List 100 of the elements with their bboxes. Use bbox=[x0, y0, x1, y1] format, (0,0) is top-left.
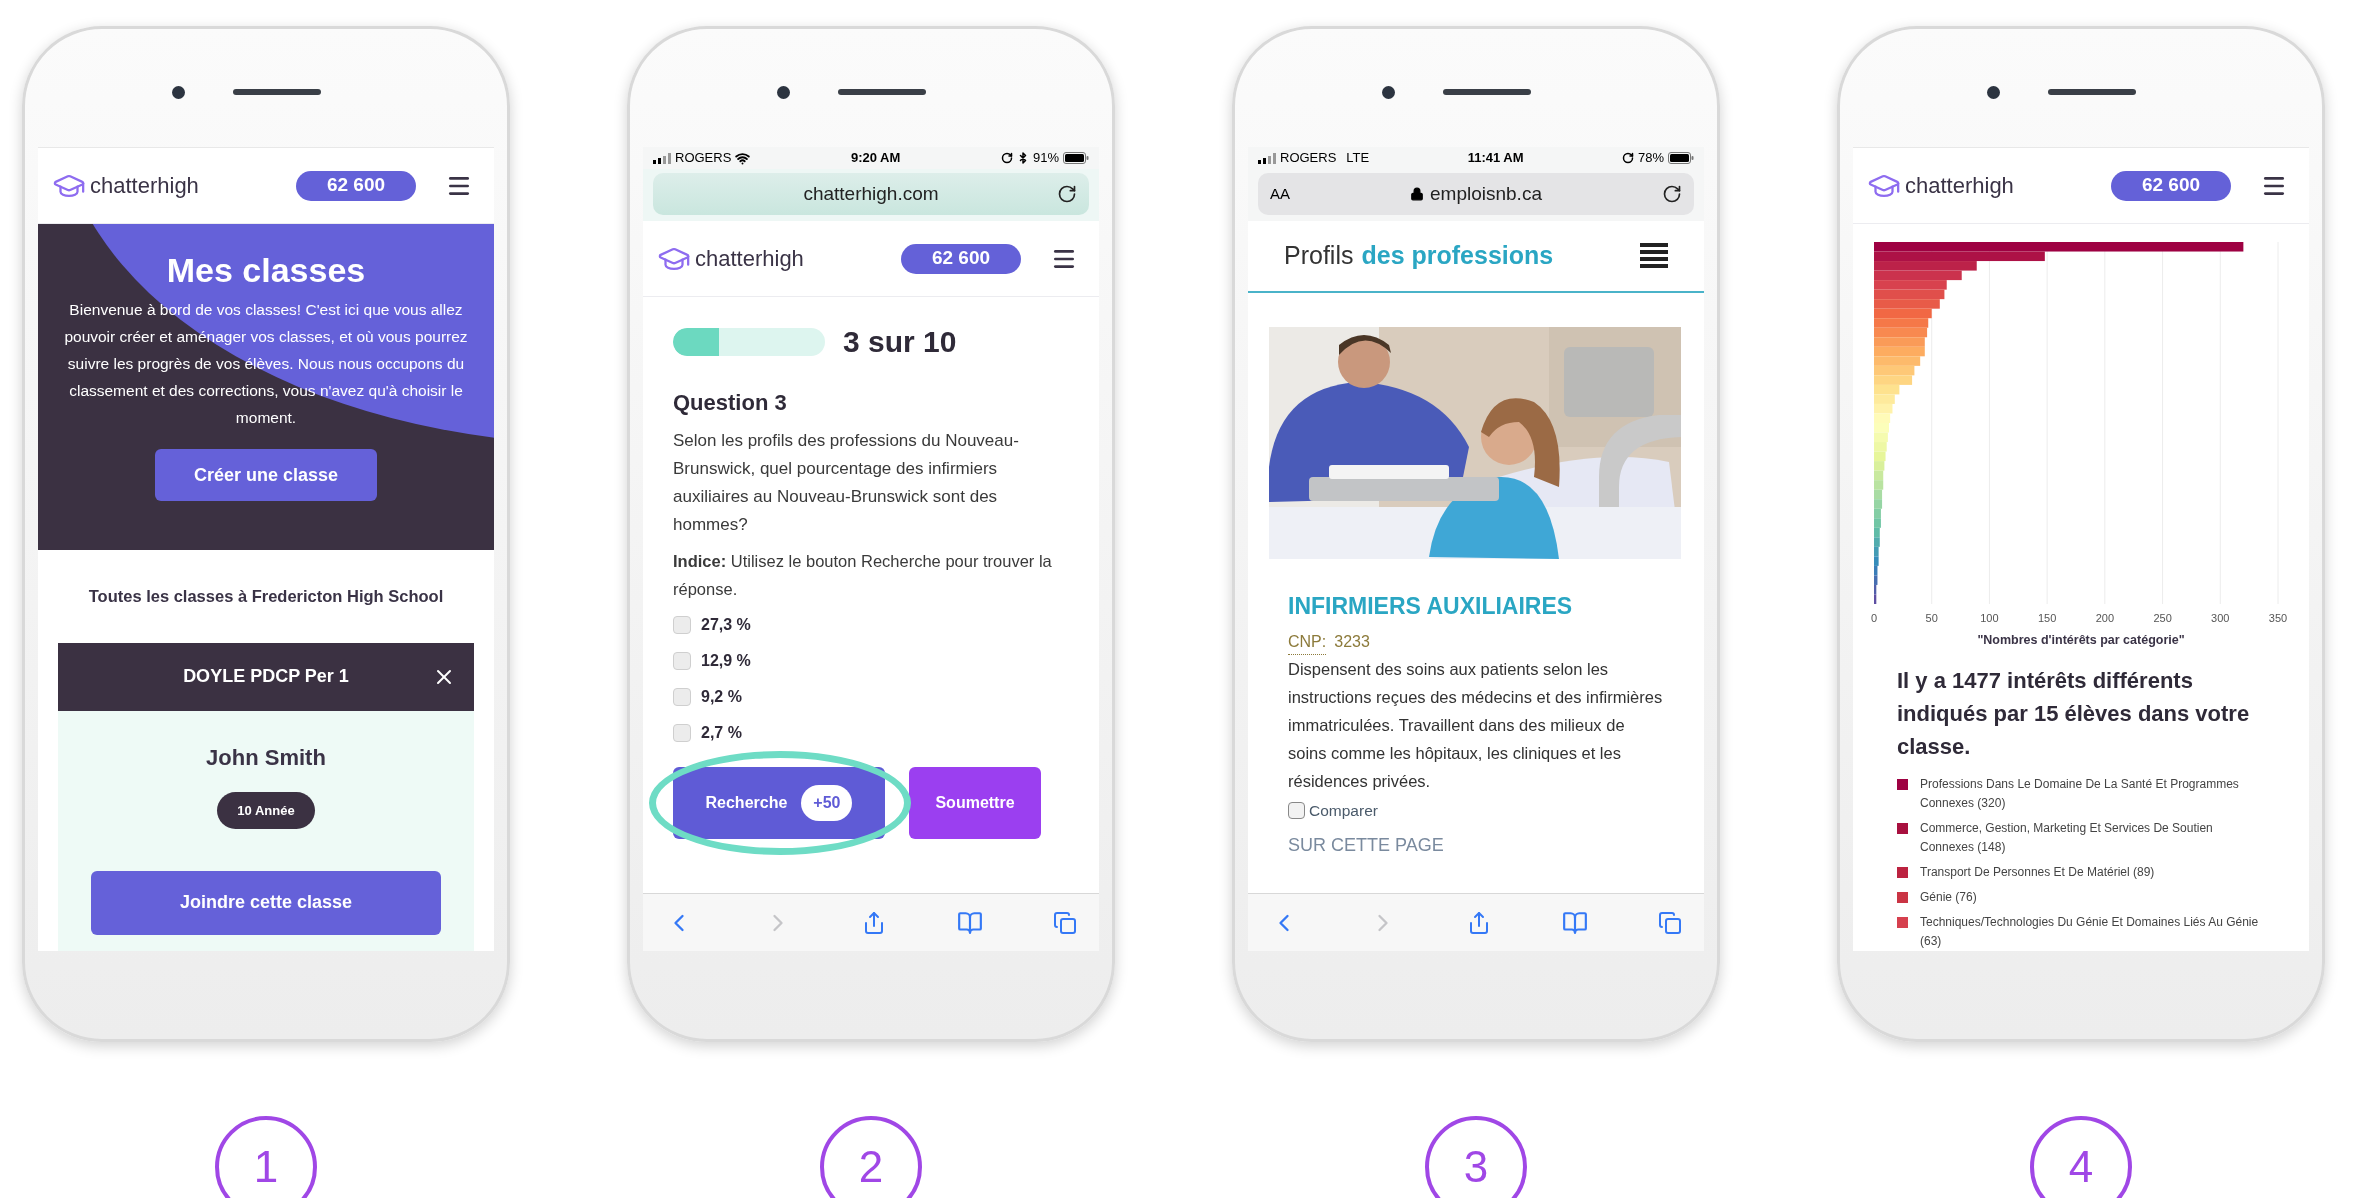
battery-percent: 78% bbox=[1637, 149, 1664, 168]
chart-bar bbox=[1874, 308, 1932, 319]
logo[interactable]: chatterhigh bbox=[1905, 169, 2014, 202]
progress-label: 3 sur 10 bbox=[843, 324, 957, 360]
tabs-icon[interactable] bbox=[1658, 910, 1682, 935]
chart-bar bbox=[1874, 451, 1886, 462]
axis-tick-label: 0 bbox=[1870, 612, 1878, 624]
answer-checkbox[interactable] bbox=[673, 688, 691, 706]
answer-label: 27,3 % bbox=[701, 615, 751, 635]
profession-title: INFIRMIERS AUXILIAIRES bbox=[1288, 592, 1574, 621]
site-title: Profils bbox=[1284, 240, 1354, 272]
step-number: 3 bbox=[1425, 1116, 1527, 1198]
student-name: John Smith bbox=[206, 743, 326, 772]
front-camera bbox=[171, 85, 185, 99]
book-icon[interactable] bbox=[956, 909, 983, 936]
join-class-button[interactable]: Joindre cette classe bbox=[91, 870, 441, 935]
chart-bar bbox=[1874, 365, 1915, 376]
search-button[interactable]: Recherche +50 bbox=[673, 767, 885, 839]
question-text: Selon les profils des professions du Nouveau-Brunswick, quel pourcentage des infirmiers auxiliaires au Nouveau-Brunswick sont des hommes? bbox=[673, 430, 1020, 536]
chart-bar bbox=[1874, 413, 1891, 423]
grade-badge: 10 Année bbox=[217, 791, 315, 829]
points-badge: 62 600 bbox=[2111, 170, 2231, 201]
chart-bar bbox=[1874, 327, 1928, 338]
question-title: Question 3 bbox=[673, 389, 788, 417]
legend-label: Transport De Personnes Et De Matériel (89) bbox=[1920, 863, 2155, 881]
carrier-name: ROGERS bbox=[675, 149, 732, 168]
signal-icon bbox=[653, 152, 671, 164]
chart-bar bbox=[1874, 403, 1893, 414]
submit-button[interactable]: Soumettre bbox=[909, 767, 1041, 839]
logo[interactable]: chatterhigh bbox=[90, 169, 199, 202]
bonus-badge: +50 bbox=[801, 785, 853, 821]
battery-percent: 91% bbox=[1032, 149, 1059, 168]
create-class-button[interactable]: Créer une classe bbox=[155, 449, 377, 501]
school-heading: Toutes les classes à Fredericton High School bbox=[87, 586, 445, 607]
front-camera bbox=[776, 85, 790, 99]
chart-bar bbox=[1874, 470, 1884, 481]
chart-bar bbox=[1874, 499, 1883, 509]
url-text: emploisnb.ca bbox=[1430, 181, 1542, 206]
axis-tick-label: 250 bbox=[2153, 612, 2172, 624]
compare-label: Comparer bbox=[1309, 800, 1378, 821]
answer-checkbox[interactable] bbox=[673, 724, 691, 742]
legend-label: Professions Dans Le Domaine De La Santé Et Programmes Connexes (320) bbox=[1920, 775, 2240, 812]
chart-bar bbox=[1874, 442, 1887, 452]
page-title: Mes classes bbox=[166, 250, 366, 291]
section-label: SUR CETTE PAGE bbox=[1288, 833, 1445, 857]
chart-bar bbox=[1874, 346, 1925, 357]
legend-label: Génie (76) bbox=[1920, 888, 1977, 906]
url-text: chatterhigh.com bbox=[803, 181, 939, 206]
chart-bar bbox=[1874, 432, 1888, 443]
points-badge: 62 600 bbox=[296, 170, 416, 201]
chart-bar bbox=[1874, 299, 1940, 309]
chart-bar bbox=[1874, 356, 1921, 366]
axis-tick-label: 100 bbox=[1980, 612, 1999, 624]
chart-bar bbox=[1874, 489, 1883, 500]
front-camera bbox=[1986, 85, 2000, 99]
answer-checkbox[interactable] bbox=[673, 616, 691, 634]
chart-bar bbox=[1874, 337, 1925, 347]
site-title-highlight: des professions bbox=[1361, 240, 1554, 272]
reload-icon[interactable] bbox=[1662, 184, 1682, 204]
address-bar[interactable]: AA emploisnb.ca bbox=[1258, 173, 1694, 215]
battery-icon bbox=[1063, 152, 1089, 164]
text-size-button[interactable]: AA bbox=[1270, 182, 1310, 206]
answer-label: 12,9 % bbox=[701, 651, 751, 671]
logo[interactable]: chatterhigh bbox=[695, 242, 804, 275]
chart-bar bbox=[1874, 289, 1945, 300]
hint-text: Indice: Utilisez le bouton Recherche pour trouver la réponse. bbox=[673, 551, 1053, 600]
axis-tick-label: 150 bbox=[2037, 612, 2057, 624]
chart-bar bbox=[1874, 318, 1929, 328]
menu-icon[interactable] bbox=[1640, 243, 1668, 269]
signal-icon bbox=[1258, 152, 1276, 164]
step-number: 1 bbox=[215, 1116, 317, 1198]
carrier-name: ROGERS bbox=[1280, 149, 1337, 168]
address-bar[interactable]: chatterhigh.com bbox=[653, 173, 1089, 215]
compare-checkbox[interactable] bbox=[1288, 801, 1305, 819]
book-icon[interactable] bbox=[1561, 909, 1588, 936]
legend-label: Commerce, Gestion, Marketing Et Services De Soutien Connexes (148) bbox=[1920, 819, 2214, 856]
share-icon[interactable] bbox=[862, 910, 886, 935]
reload-icon[interactable] bbox=[1057, 184, 1077, 204]
profession-description: Dispensent des soins aux patients selon les instructions reçues des médecins et des infirmières immatriculées. Travaillent dans des milieux de soins comme les hôpitaux, les cliniques et les résidences privées. bbox=[1288, 658, 1664, 792]
step-number: 4 bbox=[2030, 1116, 2132, 1198]
clock-time: 11:41 AM bbox=[1467, 149, 1524, 168]
axis-tick-label: 300 bbox=[2211, 612, 2230, 624]
share-icon[interactable] bbox=[1467, 910, 1491, 935]
rotation-lock-icon bbox=[1000, 152, 1013, 164]
network-type: LTE bbox=[1346, 149, 1370, 168]
code-value: 3233 bbox=[1334, 632, 1370, 652]
code-label[interactable]: CNP: bbox=[1288, 629, 1327, 655]
answer-label: 9,2 % bbox=[701, 687, 742, 707]
step-number: 2 bbox=[820, 1116, 922, 1198]
answer-label: 2,7 % bbox=[701, 723, 742, 743]
chart-caption: "Nombres d'intérêts par catégorie" bbox=[1976, 632, 2186, 649]
legend-label: Techniques/Technologies Du Génie Et Domaines Liés Au Génie (63) bbox=[1920, 913, 2260, 950]
rotation-lock-icon bbox=[1621, 152, 1634, 164]
tabs-icon[interactable] bbox=[1053, 910, 1077, 935]
answer-checkbox[interactable] bbox=[673, 652, 691, 670]
battery-icon bbox=[1668, 152, 1694, 164]
points-badge: 62 600 bbox=[901, 243, 1021, 274]
axis-tick-label: 200 bbox=[2095, 612, 2115, 624]
chart-bar bbox=[1874, 461, 1885, 471]
chart-bar bbox=[1874, 423, 1889, 433]
